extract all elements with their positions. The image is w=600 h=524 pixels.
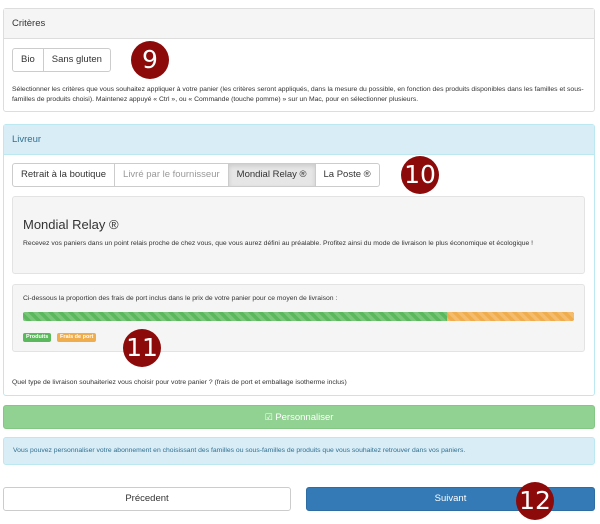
step-marker-9: 9 (131, 41, 169, 79)
customize-button[interactable]: ☑ Personnaliser (3, 405, 595, 429)
shipping-portion (447, 312, 574, 321)
criteria-help-text: Sélectionner les critères que vous souha… (12, 86, 584, 103)
legend-shipping: Frais de port (57, 333, 97, 342)
gluten-free-button[interactable]: Sans gluten (42, 48, 111, 72)
legend-products: Produits (23, 333, 52, 342)
delivery-detail-text: Recevez vos paniers dans un point relais… (23, 240, 534, 247)
step-marker-11: 11 (123, 329, 161, 367)
shipping-proportion-bar (23, 312, 574, 321)
products-portion (23, 312, 448, 321)
criteria-button-group: Bio Sans gluten (12, 48, 111, 72)
tab-supplier-delivery[interactable]: Livré par le fournisseur (114, 163, 229, 187)
step-marker-10: 10 (401, 156, 439, 194)
delivery-detail-title: Mondial Relay ® (23, 217, 119, 232)
previous-button[interactable]: Précedent (3, 487, 291, 511)
tab-mondial-relay[interactable]: Mondial Relay ® (227, 163, 316, 187)
step-marker-12: 12 (516, 482, 554, 520)
info-alert: Vous pouvez personnaliser votre abonneme… (3, 437, 595, 465)
shipping-proportion-text: Ci-dessous la proportion des frais de po… (23, 295, 338, 302)
delivery-tab-group: Retrait à la boutique Livré par le fourn… (12, 163, 380, 187)
criteria-heading: Critères (4, 9, 594, 39)
delivery-detail-box: Mondial Relay ® Recevez vos paniers dans… (12, 196, 585, 274)
delivery-heading: Livreur (4, 125, 594, 155)
delivery-question: Quel type de livraison souhaiteriez vous… (12, 379, 347, 386)
check-square-icon: ☑ (264, 412, 273, 422)
tab-shop-pickup[interactable]: Retrait à la boutique (12, 163, 116, 187)
info-alert-text: Vous pouvez personnaliser votre abonneme… (13, 447, 466, 454)
tab-la-poste[interactable]: La Poste ® (314, 163, 380, 187)
customize-button-label: Personnaliser (275, 412, 334, 423)
bio-button[interactable]: Bio (12, 48, 44, 72)
